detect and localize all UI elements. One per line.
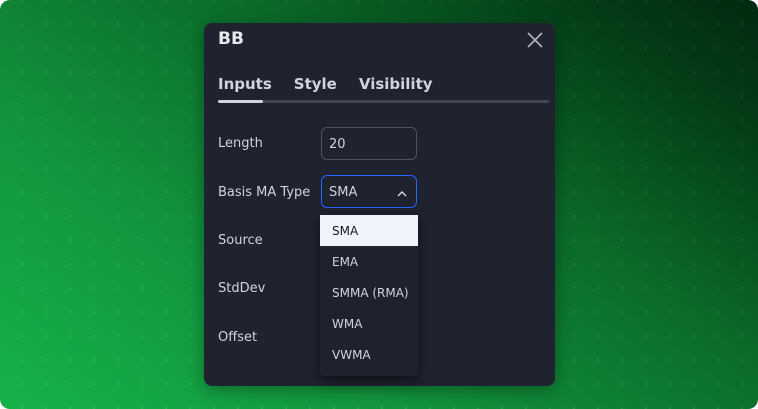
tab-track (218, 100, 549, 103)
stddev-label: StdDev (218, 281, 266, 296)
basis-ma-type-label: Basis MA Type (218, 185, 311, 200)
option-wma[interactable]: WMA (320, 308, 418, 339)
length-label: Length (218, 136, 263, 151)
basis-ma-type-value: SMA (329, 185, 358, 200)
close-icon[interactable] (526, 31, 544, 49)
source-label: Source (218, 233, 263, 248)
tab-bar: Inputs Style Visibility (218, 75, 433, 93)
option-vwma[interactable]: VWMA (320, 339, 418, 370)
option-smma-rma[interactable]: SMMA (RMA) (320, 277, 418, 308)
option-ema[interactable]: EMA (320, 246, 418, 277)
length-input[interactable]: 20 (321, 127, 417, 160)
tab-style[interactable]: Style (294, 75, 337, 93)
dialog-title: BB (218, 29, 244, 49)
active-tab-indicator (218, 100, 263, 103)
offset-label: Offset (218, 330, 258, 345)
tab-visibility[interactable]: Visibility (359, 75, 433, 93)
basis-ma-type-select[interactable]: SMA (321, 175, 417, 208)
option-sma[interactable]: SMA (320, 215, 418, 246)
tab-inputs[interactable]: Inputs (218, 75, 272, 93)
chevron-up-icon (397, 187, 407, 197)
background: BB Inputs Style Visibility Length 20 Bas… (0, 0, 758, 409)
indicator-settings-dialog: BB Inputs Style Visibility Length 20 Bas… (204, 23, 555, 386)
ma-type-dropdown-menu: SMA EMA SMMA (RMA) WMA VWMA (320, 214, 418, 376)
